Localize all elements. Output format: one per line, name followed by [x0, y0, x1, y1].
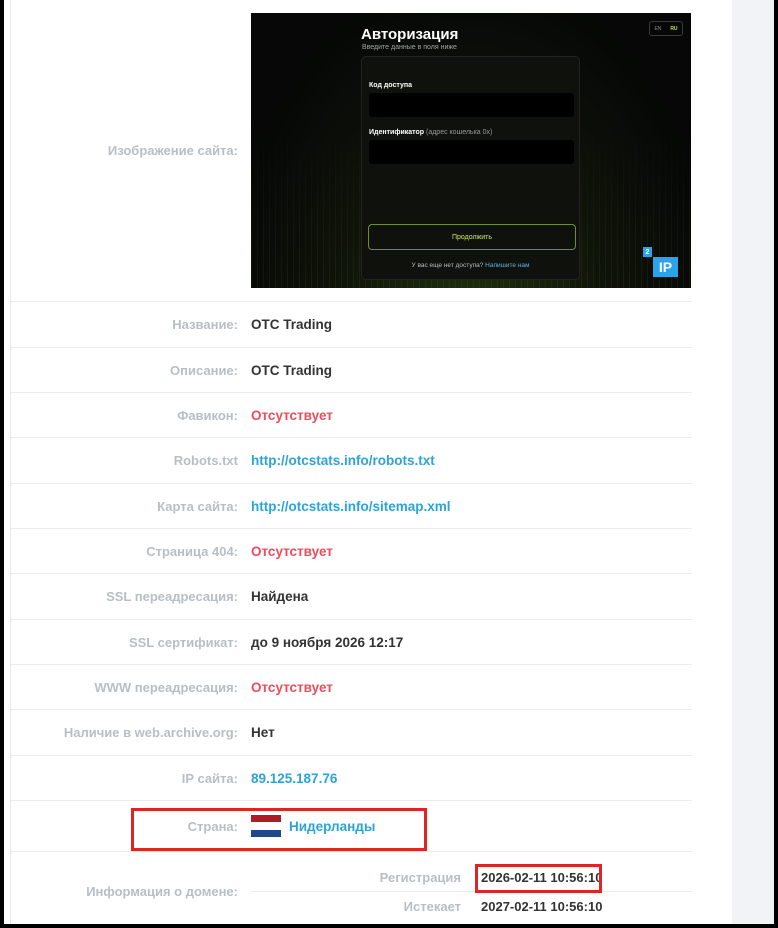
- sitemap-link[interactable]: http://otcstats.info/sitemap.xml: [251, 484, 451, 528]
- row-ssl-certificate: SSL сертификат: до 9 ноября 2026 12:17: [11, 620, 692, 665]
- site-ip-link[interactable]: 89.125.187.76: [251, 756, 337, 800]
- row-description: Описание: OTC Trading: [11, 348, 692, 393]
- www-redirect-label: WWW переадресация:: [94, 679, 238, 695]
- screenshot-login-card: Код доступа Идентификатор (адрес кошельк…: [361, 56, 580, 280]
- screenshot-title: Авторизация: [361, 26, 459, 43]
- row-sitemap: Карта сайта: http://otcstats.info/sitema…: [11, 484, 692, 529]
- row-title: Название: OTC Trading: [11, 302, 692, 348]
- page-404-label: Страница 404:: [146, 543, 238, 559]
- screenshot-continue-button: Продолжить: [368, 224, 576, 250]
- domain-registration-row: Регистрация 2026-02-11 10:56:10: [251, 864, 692, 892]
- site-image-label: Изображение сайта:: [107, 143, 238, 158]
- web-archive-label: Наличие в web.archive.org:: [63, 725, 238, 740]
- screenshot-field1-label: Код доступа: [369, 82, 412, 89]
- registration-highlight-box: [475, 864, 602, 893]
- row-favicon: Фавикон: Отсутствует: [11, 393, 692, 438]
- domain-expires-row: Истекает 2027-02-11 10:56:10: [251, 892, 692, 920]
- row-ssl-redirect: SSL переадресация: Найдена: [11, 574, 692, 620]
- robots-link[interactable]: http://otcstats.info/robots.txt: [251, 438, 435, 483]
- favicon-value: Отсутствует: [251, 407, 333, 423]
- sitemap-label: Карта сайта:: [157, 498, 238, 514]
- lang-ru: RU: [670, 25, 678, 32]
- robots-label: Robots.txt: [173, 453, 238, 468]
- ssl-redirect-label: SSL переадресация:: [106, 589, 238, 604]
- screenshot-field1-input: [369, 93, 574, 117]
- web-archive-value: Нет: [251, 725, 275, 740]
- row-robots: Robots.txt http://otcstats.info/robots.t…: [11, 438, 692, 484]
- country-highlight-box: [131, 808, 427, 851]
- screenshot-footer: У вас еще нет доступа? Напишите нам: [411, 262, 530, 269]
- expires-label: Истекает: [403, 898, 461, 914]
- site-ip-label: IP сайта:: [181, 770, 238, 786]
- screenshot-language-switch: EN RU: [649, 21, 683, 36]
- ssl-certificate-label: SSL сертификат:: [128, 634, 238, 650]
- site-screenshot: Авторизация Введите данные в поля ниже E…: [251, 13, 691, 288]
- screenshot-badge-number: 2: [643, 247, 652, 257]
- ssl-redirect-value: Найдена: [251, 589, 309, 604]
- screenshot-field2-label: Идентификатор (адрес кошелька 0x): [369, 129, 493, 136]
- page-404-value: Отсутствует: [251, 543, 333, 559]
- description-value: OTC Trading: [251, 362, 332, 378]
- screenshot-ip-logo: IP: [653, 257, 678, 277]
- right-sidebar-strip: [732, 0, 774, 924]
- title-value: OTC Trading: [251, 317, 332, 332]
- screenshot-subtitle: Введите данные в поля ниже: [362, 44, 457, 51]
- screenshot-field2-input: [369, 140, 574, 164]
- registration-label: Регистрация: [379, 870, 461, 885]
- row-page-404: Страница 404: Отсутствует: [11, 529, 692, 574]
- site-analysis-panel: Изображение сайта: Авторизация Введите д…: [4, 0, 774, 924]
- lang-en: EN: [654, 25, 662, 32]
- row-web-archive: Наличие в web.archive.org: Нет: [11, 710, 692, 756]
- row-site-ip: IP сайта: 89.125.187.76: [11, 756, 692, 801]
- description-label: Описание:: [170, 362, 238, 378]
- row-www-redirect: WWW переадресация: Отсутствует: [11, 665, 692, 710]
- ssl-certificate-value: до 9 ноября 2026 12:17: [251, 634, 404, 650]
- favicon-label: Фавикон:: [177, 407, 238, 423]
- domain-info-label: Информация о домене:: [86, 884, 238, 899]
- expires-value: 2027-02-11 10:56:10: [481, 898, 603, 914]
- www-redirect-value: Отсутствует: [251, 679, 333, 695]
- title-label: Название:: [172, 317, 238, 332]
